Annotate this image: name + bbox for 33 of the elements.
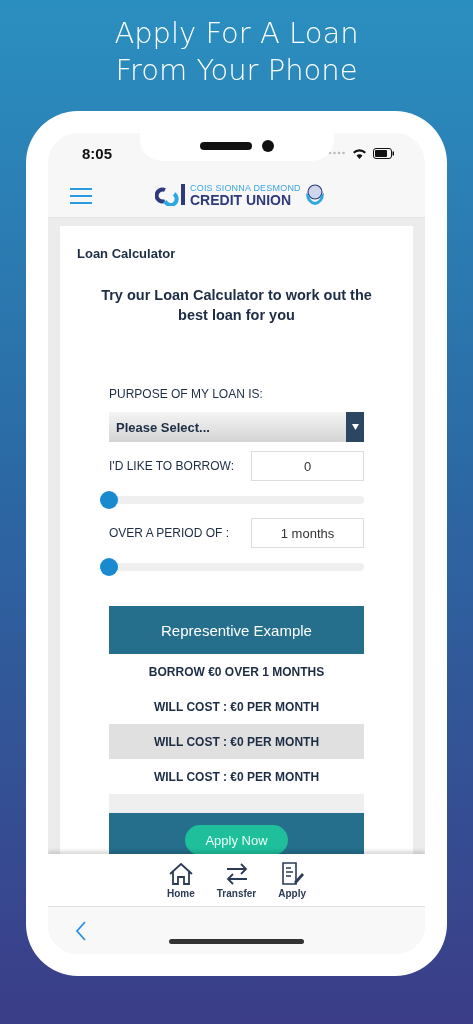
purpose-dropdown[interactable]: Please Select... [109,412,364,442]
headline: From Your Phone [114,52,359,89]
purpose-label: PURPOSE OF MY LOAN IS: [109,387,264,401]
hands-globe-icon [303,183,326,207]
slider-thumb[interactable] [100,558,118,576]
example-row-text: WILL COST : €0 PER MONTH [152,768,321,786]
example-row: WILL COST : €0 PER MONTH [109,724,364,759]
input-field[interactable]: 1 months [251,518,364,548]
example-row-text: WILL COST : €0 PER MONTH [152,698,321,716]
tab-item[interactable]: Apply [278,854,306,907]
document-pen-icon [279,862,306,886]
tab-item[interactable]: Home [166,854,195,907]
logo-title: CREDIT UNION [190,192,293,207]
example-row-text: BORROW €0 OVER 1 MONTHS [147,663,326,681]
battery-icon [373,147,395,159]
tab-item[interactable]: Transfer [216,854,257,907]
headline: Apply For A Loan [113,15,360,52]
intro-text: Try our Loan Calculator to work out the best loan for you [100,286,373,325]
menu-icon[interactable] [70,188,92,204]
page-title: Loan Calculator [77,246,177,261]
field-label: OVER A PERIOD OF : [109,526,230,540]
input-field[interactable]: 0 [251,451,364,481]
caret-icon [351,424,359,430]
back-icon[interactable] [76,921,86,941]
field-label: I'D LIKE TO BORROW: [109,459,234,473]
wifi-icon [352,147,367,159]
logo-mark-icon [155,184,187,206]
logo-subtitle: COIS SIONNA DESMOND [190,183,301,193]
signal-icon [328,151,346,155]
home-icon [167,862,194,886]
example-header: Representive Example [109,606,364,654]
status-time: 8:05 [82,144,113,162]
slider-thumb[interactable] [100,491,118,509]
